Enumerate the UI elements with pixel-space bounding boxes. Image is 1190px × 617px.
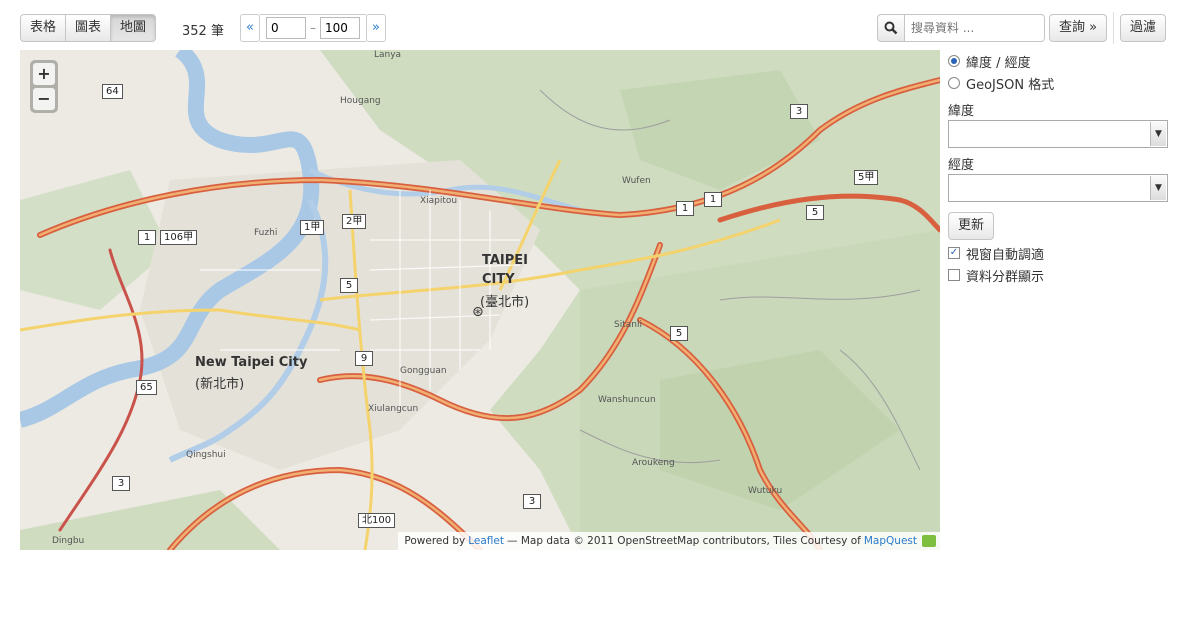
coord-mode-geojson[interactable]: GeoJSON 格式 xyxy=(948,72,1170,94)
map-label-wanshuncun: Wanshuncun xyxy=(598,395,656,405)
route-shield: 65 xyxy=(136,380,157,395)
map-label-xiulangcun: Xiulangcun xyxy=(368,404,419,414)
route-shield: 5甲 xyxy=(854,170,879,185)
route-shield: 1 xyxy=(138,230,156,245)
map-label-sitanli: Sitanli xyxy=(614,320,642,330)
chevron-down-icon: ▼ xyxy=(1150,122,1166,146)
zoom-in-button[interactable]: + xyxy=(33,63,55,85)
auto-fit-label: 視窗自動調適 xyxy=(966,247,1045,263)
attribution-text: — Map data © 2011 OpenStreetMap contribu… xyxy=(507,535,861,547)
cluster-label: 資料分群顯示 xyxy=(966,269,1045,285)
pager: « – » xyxy=(240,14,386,42)
radio-latlng[interactable] xyxy=(948,55,960,67)
map-label-gongguan: Gongguan xyxy=(400,366,447,376)
map-view[interactable]: TAIPEI CITY (臺北市) ⊛ New Taipei City (新北市… xyxy=(20,50,940,550)
lat-label: 緯度 xyxy=(948,104,975,119)
route-shield: 106甲 xyxy=(160,230,198,245)
search-icon xyxy=(877,14,905,42)
mapquest-link[interactable]: MapQuest xyxy=(864,532,917,550)
map-label-aroukeng: Aroukeng xyxy=(632,458,675,468)
route-shield: 64 xyxy=(102,84,123,99)
pager-range: – xyxy=(260,14,366,42)
tab-chart[interactable]: 圖表 xyxy=(65,14,112,42)
cluster-option[interactable]: 資料分群顯示 xyxy=(948,264,1170,286)
range-to-input[interactable] xyxy=(320,17,360,39)
map-label-new-taipei-zh: (新北市) xyxy=(195,377,245,392)
radio-geojson-label: GeoJSON 格式 xyxy=(966,77,1055,93)
tab-map[interactable]: 地圖 xyxy=(110,14,157,42)
route-shield: 3 xyxy=(112,476,130,491)
map-label-dingbu: Dingbu xyxy=(52,536,85,546)
map-label-lanya: Lanya xyxy=(374,50,402,60)
route-shield: 1甲 xyxy=(300,220,325,235)
zoom-out-button[interactable]: − xyxy=(33,88,55,110)
search-input[interactable] xyxy=(905,14,1045,42)
route-shield: 1 xyxy=(676,201,694,216)
zoom-control: + − xyxy=(30,60,58,113)
route-shield: 3 xyxy=(523,494,541,509)
route-shield: 北100 xyxy=(358,513,396,528)
pager-prev-button[interactable]: « xyxy=(240,14,260,42)
map-label-wufen: Wufen xyxy=(622,176,651,186)
map-label-taipei-zh: (臺北市) xyxy=(480,295,530,310)
filter-button[interactable]: 過濾 xyxy=(1120,14,1167,42)
lng-select[interactable]: ▼ xyxy=(948,174,1168,202)
map-label-xiapitou: Xiapitou xyxy=(420,196,458,206)
lng-label: 經度 xyxy=(948,158,975,173)
mapquest-logo-icon xyxy=(922,535,936,547)
view-tab-group: 表格 圖表 地圖 xyxy=(20,14,157,42)
cluster-checkbox[interactable] xyxy=(948,269,960,281)
map-label-fuzhi: Fuzhi xyxy=(254,228,278,238)
tab-table[interactable]: 表格 xyxy=(20,14,67,42)
range-dash: – xyxy=(310,21,316,35)
query-button[interactable]: 查詢 » xyxy=(1049,14,1108,42)
range-from-input[interactable] xyxy=(266,17,306,39)
route-shield: 3 xyxy=(790,104,808,119)
pager-next-button[interactable]: » xyxy=(366,14,386,42)
coord-mode-latlng[interactable]: 緯度 / 經度 xyxy=(948,50,1170,72)
toolbar-divider xyxy=(1113,12,1114,44)
map-label-new-taipei: New Taipei City xyxy=(195,355,308,370)
radio-latlng-label: 緯度 / 經度 xyxy=(966,55,1031,71)
map-label-wutuku: Wutuku xyxy=(748,486,783,496)
route-shield: 2甲 xyxy=(342,214,367,229)
map-settings-panel: 緯度 / 經度 GeoJSON 格式 緯度 ▼ 經度 ▼ 更新 ✓ 視窗自動調適… xyxy=(948,50,1170,286)
record-count: 352 筆 xyxy=(182,24,224,39)
auto-fit-option[interactable]: ✓ 視窗自動調適 xyxy=(948,242,1170,264)
auto-fit-checkbox[interactable]: ✓ xyxy=(948,247,960,259)
attribution-prefix: Powered by xyxy=(404,535,466,547)
search-box xyxy=(877,14,1045,42)
lat-select[interactable]: ▼ xyxy=(948,120,1168,148)
route-shield: 9 xyxy=(355,351,373,366)
capital-marker-icon: ⊛ xyxy=(472,304,484,320)
update-button[interactable]: 更新 xyxy=(948,212,995,240)
chevron-down-icon: ▼ xyxy=(1150,176,1166,200)
route-shield: 5 xyxy=(806,205,824,220)
leaflet-link[interactable]: Leaflet xyxy=(468,532,504,550)
route-shield: 5 xyxy=(340,278,358,293)
map-label-city: CITY xyxy=(482,272,515,287)
map-label-hougang: Hougang xyxy=(340,96,381,106)
map-attribution: Powered by Leaflet — Map data © 2011 Ope… xyxy=(398,532,940,550)
map-label-qingshui: Qingshui xyxy=(186,450,226,460)
radio-geojson[interactable] xyxy=(948,77,960,89)
route-shield: 5 xyxy=(670,326,688,341)
map-label-taipei: TAIPEI xyxy=(482,253,529,268)
route-shield: 1 xyxy=(704,192,722,207)
